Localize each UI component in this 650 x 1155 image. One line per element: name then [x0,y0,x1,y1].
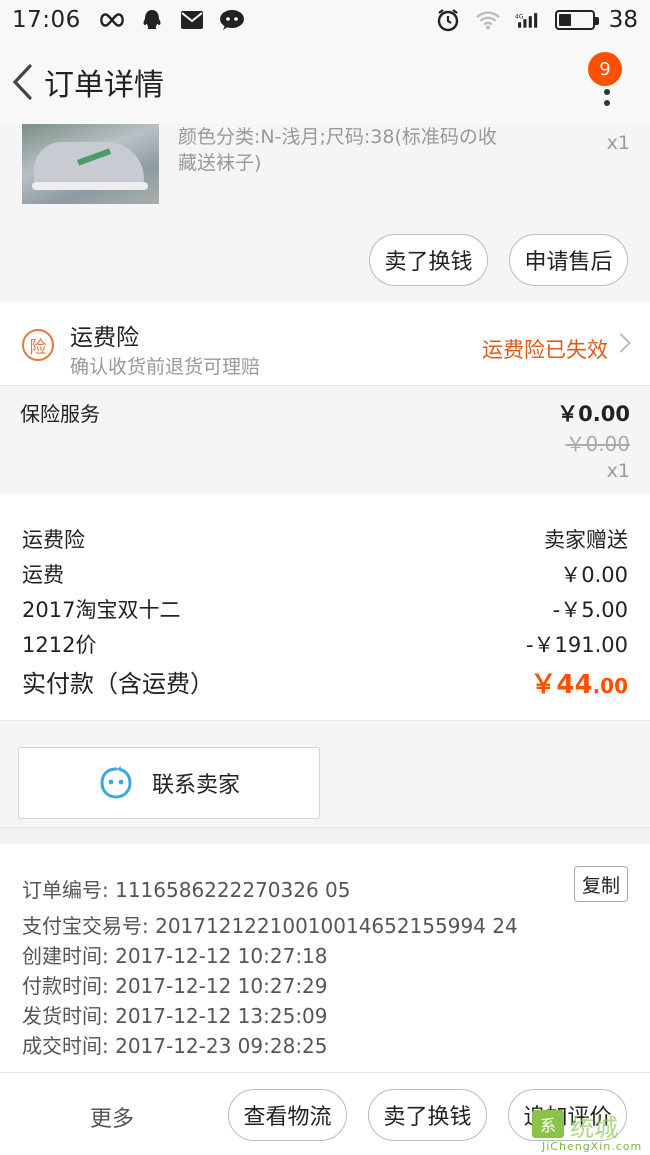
product-thumbnail[interactable] [22,124,159,204]
back-button[interactable] [0,40,44,124]
cost-row: 运费险 卖家赠送 [22,524,628,554]
cost-summary: 运费险 卖家赠送 运费 ￥0.00 2017淘宝双十二 -￥5.00 1212价… [0,494,650,720]
total-label: 实付款（含运费） [22,670,214,698]
chevron-right-icon [611,333,631,353]
cost-label: 运费险 [22,528,85,552]
signal-4g-icon: 4G [515,9,541,31]
site-watermark: 系 统城 JiChengXin.com [500,1106,646,1155]
more-menu-button[interactable]: 9 [588,52,624,110]
status-bar: 17:06 4G 38 [0,0,650,40]
shipped-time: 发货时间: 2017-12-12 13:25:09 [22,1004,328,1028]
view-logistics-button[interactable]: 查看物流 [228,1089,347,1141]
notification-badge: 9 [588,52,622,86]
total-row: 实付款（含运费） ￥44.00 [22,664,628,701]
paid-time: 付款时间: 2017-12-12 10:27:29 [22,974,328,998]
service-price: ￥0.00 [557,402,630,426]
cost-value: ￥0.00 [560,563,628,587]
sell-exchange-bottom-button[interactable]: 卖了换钱 [368,1089,487,1141]
service-name: 保险服务 [20,402,100,426]
total-decimal: .00 [592,674,628,698]
wechat-icon [219,9,245,31]
cost-row: 运费 ￥0.00 [22,559,628,589]
cost-value: 卖家赠送 [544,528,628,552]
after-sale-button[interactable]: 申请售后 [509,234,628,286]
order-info: 订单编号: 1116586222270326 05 复制 支付宝交易号: 201… [0,844,650,1072]
watermark-url: JiChengXin.com [542,1140,643,1153]
svg-text:4G: 4G [515,13,524,20]
mail-icon [179,9,205,31]
product-qty: x1 [606,132,630,154]
alarm-icon [435,9,461,32]
insurance-status: 运费险已失效 [482,338,608,362]
sell-exchange-button[interactable]: 卖了换钱 [369,234,488,286]
wifi-icon [475,9,501,31]
battery-level: 38 [608,7,638,33]
cost-label: 1212价 [22,633,97,657]
insurance-title: 运费险 [70,325,139,351]
insurance-service-item: 保险服务 ￥0.00 ￥0.00 x1 [0,386,650,494]
product-item: 颜色分类:N-浅月;尺码:38(标准码の收藏送袜子) x1 卖了换钱 申请售后 [0,124,650,302]
total-amount: ￥44.00 [530,664,628,701]
created-time: 创建时间: 2017-12-12 10:27:18 [22,944,328,968]
service-qty: x1 [606,460,630,482]
battery-icon [554,10,599,30]
watermark-logo: 系 [532,1110,564,1138]
insurance-subtitle: 确认收货前退货可理赔 [70,356,261,378]
service-original-price: ￥0.00 [565,432,630,456]
contact-seller-label: 联系卖家 [151,773,240,798]
alipay-trade-number: 支付宝交易号: 20171212210010014652155994 24 [22,914,518,938]
cost-label: 2017淘宝双十二 [22,598,181,622]
cost-label: 运费 [22,563,64,587]
completed-time: 成交时间: 2017-12-23 09:28:25 [22,1034,328,1058]
nav-bar: 订单详情 9 [0,40,650,124]
shipping-insurance-row[interactable]: 险 运费险 确认收货前退货可理赔 运费险已失效 [0,302,650,386]
chat-bubble-icon [100,766,132,799]
copy-button[interactable]: 复制 [574,866,628,902]
qq-icon [139,9,165,31]
cost-value: -￥191.00 [525,633,628,657]
more-button[interactable]: 更多 [90,1101,134,1133]
status-time: 17:06 [12,7,81,33]
insurance-icon: 险 [22,329,54,361]
order-number: 订单编号: 1116586222270326 05 [22,878,351,902]
cost-row: 1212价 -￥191.00 [22,629,628,659]
cost-row: 2017淘宝双十二 -￥5.00 [22,594,628,624]
total-main: ￥44 [530,670,593,700]
infinity-icon [99,9,125,31]
watermark-text: 统城 [570,1114,618,1142]
page-title: 订单详情 [44,68,164,103]
cost-value: -￥5.00 [552,598,628,622]
product-spec: 颜色分类:N-浅月;尺码:38(标准码の收藏送袜子) [178,126,497,174]
contact-section: 联系卖家 [0,720,650,828]
contact-seller-button[interactable]: 联系卖家 [18,747,320,819]
chevron-left-icon [12,64,32,100]
